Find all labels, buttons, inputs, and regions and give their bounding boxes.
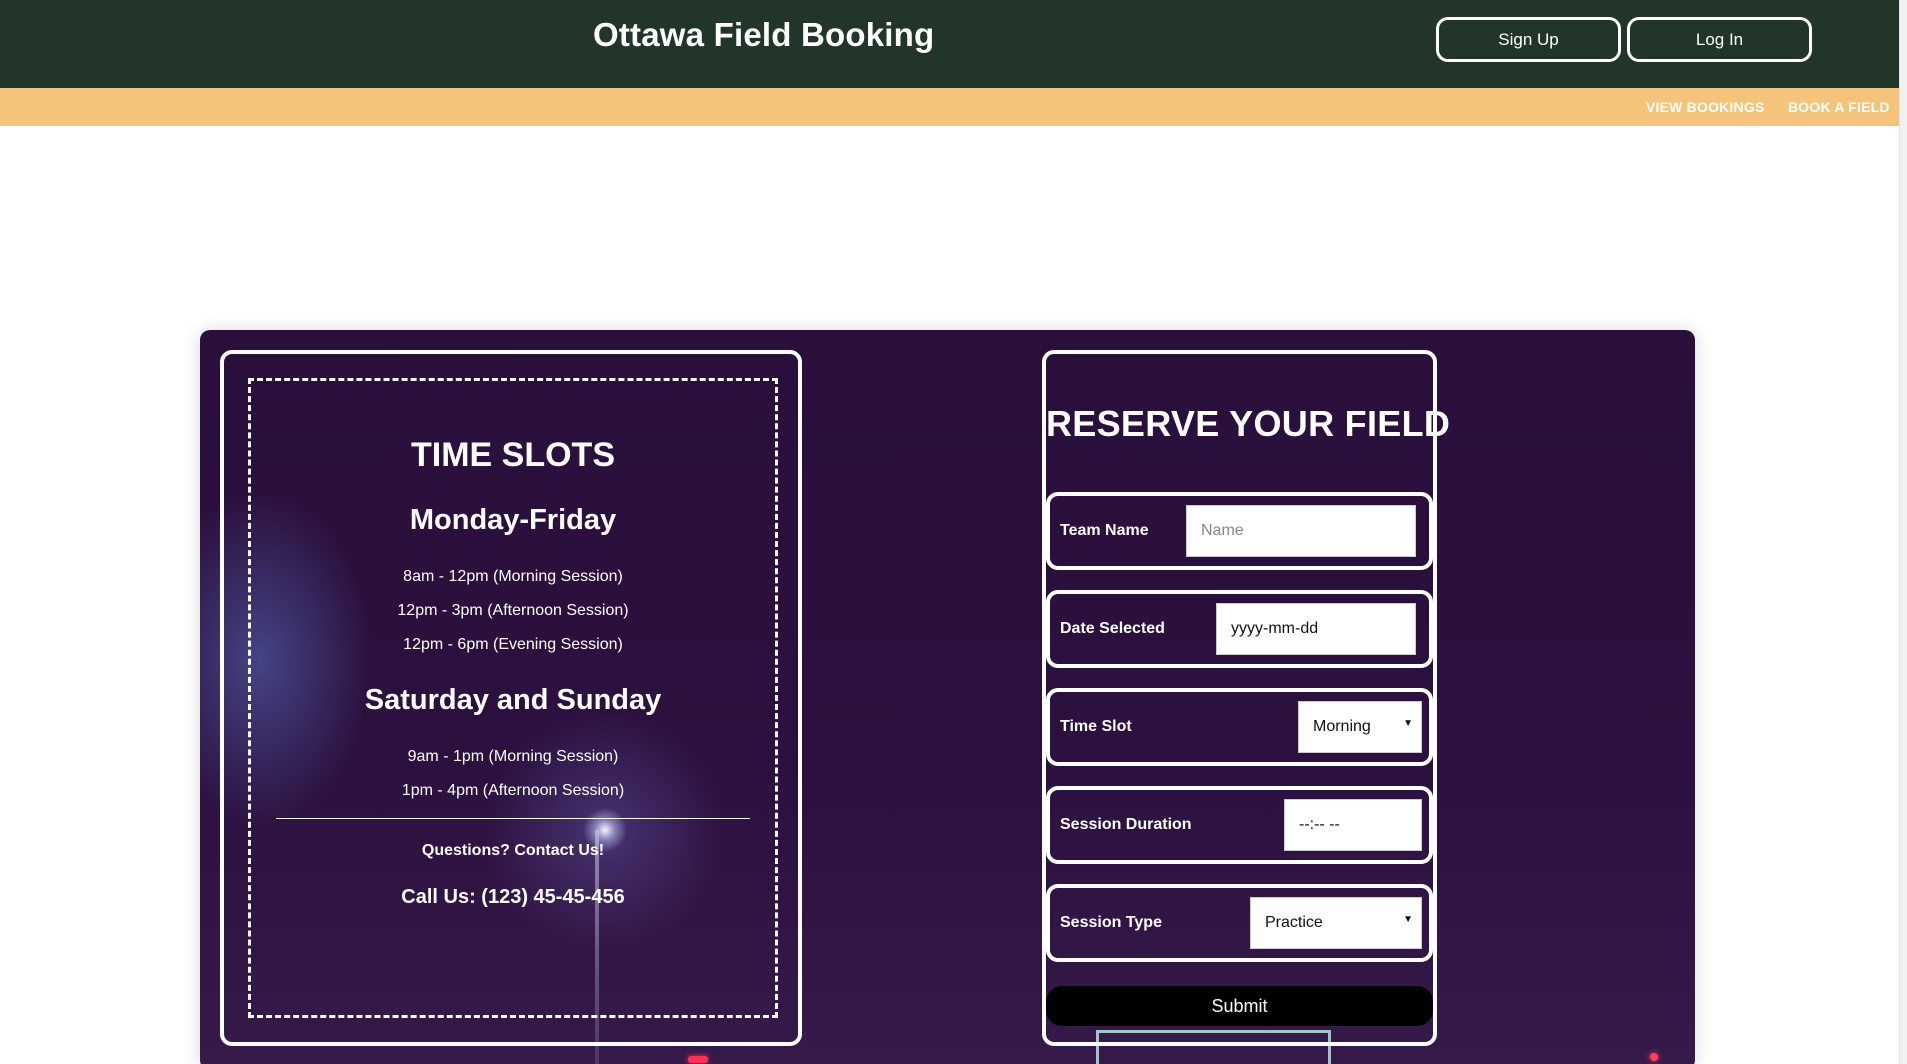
- submit-button[interactable]: Submit: [1046, 986, 1433, 1026]
- session-type-row: Session Type Practice ▼: [1046, 884, 1433, 962]
- time-slots-card: TIME SLOTS Monday-Friday 8am - 12pm (Mor…: [220, 350, 802, 1046]
- log-in-button[interactable]: Log In: [1627, 17, 1812, 62]
- site-title: Ottawa Field Booking: [593, 16, 935, 53]
- duration-row: Session Duration --:-- --: [1046, 786, 1433, 864]
- time-slot-row: Time Slot Morning ▼: [1046, 688, 1433, 766]
- date-row: Date Selected yyyy-mm-dd: [1046, 590, 1433, 668]
- time-slot-label: Time Slot: [1060, 718, 1132, 735]
- weekend-slot: 1pm - 4pm (Afternoon Session): [401, 782, 625, 799]
- date-label: Date Selected: [1060, 620, 1165, 637]
- dropdown-caret-icon: ▼: [1403, 718, 1413, 729]
- questions-text: Questions? Contact Us!: [421, 842, 605, 859]
- sign-up-button[interactable]: Sign Up: [1436, 17, 1621, 62]
- site-header: Ottawa Field Booking Sign Up Log In: [0, 0, 1899, 88]
- scrollbar[interactable]: [1899, 0, 1907, 1064]
- weekday-slot: 12pm - 6pm (Evening Session): [403, 636, 623, 653]
- weekday-slot: 12pm - 3pm (Afternoon Session): [397, 602, 629, 619]
- weekday-slot: 8am - 12pm (Morning Session): [403, 568, 623, 585]
- form-title: RESERVE YOUR FIELD: [1046, 403, 1451, 444]
- session-type-value: Practice: [1265, 914, 1323, 931]
- session-type-select[interactable]: Practice ▼: [1250, 897, 1422, 949]
- team-name-row: Team Name Name: [1046, 492, 1433, 570]
- nav-bar: VIEW BOOKINGS BOOK A FIELD: [0, 88, 1899, 126]
- weekend-heading: Saturday and Sunday: [364, 684, 662, 716]
- date-input[interactable]: yyyy-mm-dd: [1216, 603, 1416, 655]
- red-light-graphic: [688, 1056, 708, 1063]
- time-slot-select[interactable]: Morning ▼: [1298, 701, 1422, 753]
- dropdown-caret-icon: ▼: [1403, 914, 1413, 925]
- time-slots-title: TIME SLOTS: [411, 436, 615, 474]
- nav-book-a-field-link[interactable]: BOOK A FIELD: [1788, 99, 1890, 115]
- weekday-heading: Monday-Friday: [409, 504, 617, 536]
- team-name-input[interactable]: Name: [1186, 505, 1416, 557]
- weekend-slot: 9am - 1pm (Morning Session): [407, 748, 619, 765]
- duration-label: Session Duration: [1060, 816, 1192, 833]
- phone-number: Call Us: (123) 45-45-456: [401, 886, 625, 908]
- nav-view-bookings-link[interactable]: VIEW BOOKINGS: [1646, 99, 1765, 115]
- session-type-label: Session Type: [1060, 914, 1162, 931]
- time-slots-inner-border: TIME SLOTS Monday-Friday 8am - 12pm (Mor…: [248, 378, 778, 1018]
- page: Ottawa Field Booking Sign Up Log In VIEW…: [0, 0, 1907, 1064]
- reservation-form: RESERVE YOUR FIELD Team Name Name Date S…: [1042, 350, 1451, 1046]
- red-light-graphic: [1650, 1053, 1658, 1061]
- team-name-label: Team Name: [1060, 522, 1149, 539]
- booking-panel: TIME SLOTS Monday-Friday 8am - 12pm (Mor…: [200, 330, 1695, 1064]
- time-slot-value: Morning: [1313, 718, 1371, 735]
- duration-input[interactable]: --:-- --: [1284, 799, 1422, 851]
- divider: [276, 818, 750, 819]
